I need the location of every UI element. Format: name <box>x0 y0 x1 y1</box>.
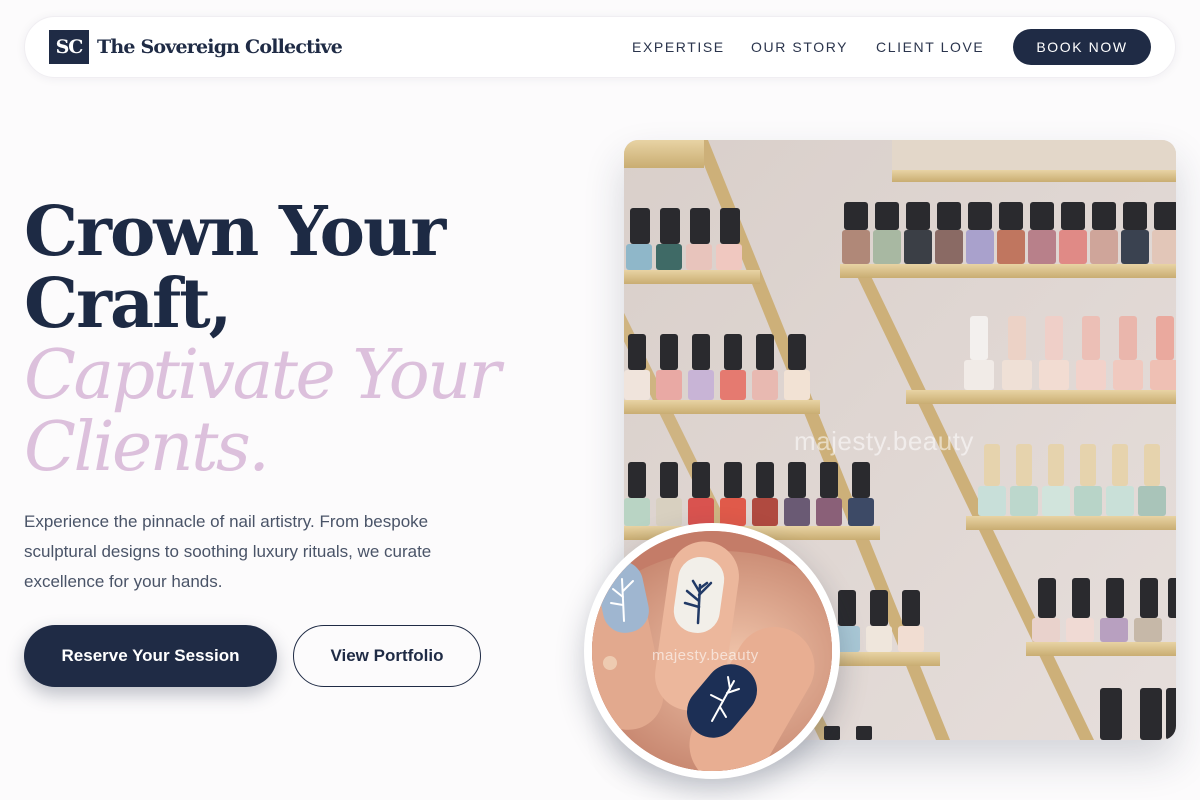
headline-accent-line-1: Captivate Your <box>24 336 501 415</box>
headline-accent-line-2: Clients. <box>24 408 270 487</box>
hero-description: Experience the pinnacle of nail artistry… <box>24 512 432 591</box>
site-header: SC The Sovereign Collective EXPERTISE OU… <box>24 16 1176 78</box>
nail-art-closeup-photo: majesty.beauty <box>584 523 840 779</box>
hero-headline: Crown Your Craft, Captivate Your Clients… <box>24 196 584 484</box>
headline-line-1: Crown Your <box>24 192 446 272</box>
brand-logo[interactable]: SC The Sovereign Collective <box>49 30 343 64</box>
nav-link-client-love[interactable]: CLIENT LOVE <box>876 39 984 55</box>
brand-name: The Sovereign Collective <box>97 36 343 58</box>
nav-link-expertise[interactable]: EXPERTISE <box>632 39 725 55</box>
reserve-session-button[interactable]: Reserve Your Session <box>24 625 277 687</box>
photo-watermark: majesty.beauty <box>794 426 974 456</box>
inset-photo-watermark: majesty.beauty <box>652 647 759 664</box>
headline-line-2: Craft, <box>24 264 232 344</box>
logo-mark: SC <box>49 30 89 64</box>
view-portfolio-button[interactable]: View Portfolio <box>293 625 481 687</box>
book-now-button[interactable]: BOOK NOW <box>1013 29 1151 65</box>
nav-link-our-story[interactable]: OUR STORY <box>751 39 848 55</box>
